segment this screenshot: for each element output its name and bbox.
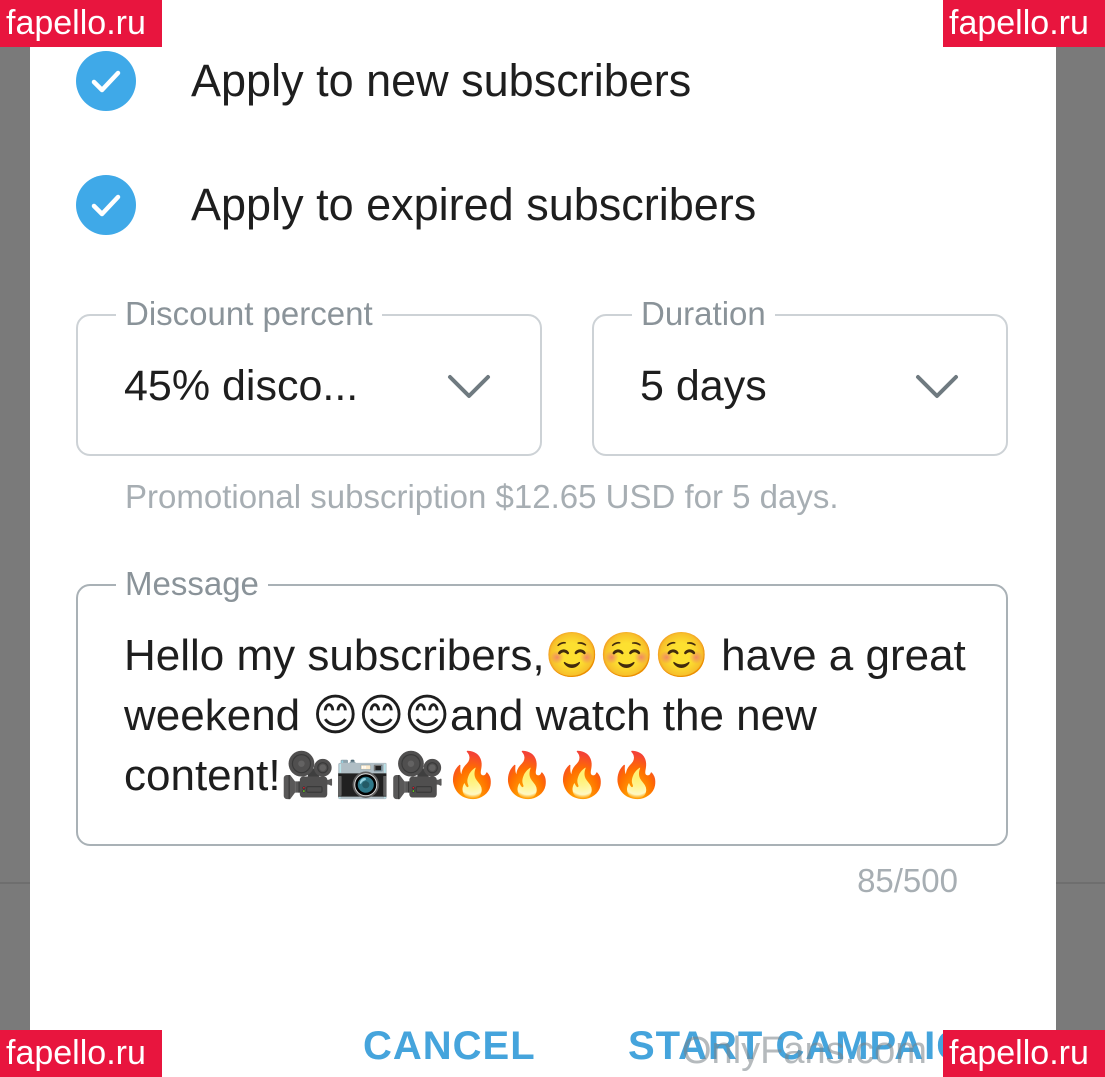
new-subscribers-option[interactable]: Apply to new subscribers <box>76 50 691 112</box>
watermark-badge: fapello.ru <box>943 0 1105 47</box>
discount-percent-select[interactable]: Discount percent 45% disco... <box>76 294 542 456</box>
duration-label: Duration <box>632 294 775 334</box>
discount-percent-label: Discount percent <box>116 294 382 334</box>
check-icon[interactable] <box>76 175 136 235</box>
message-textarea[interactable]: Message Hello my subscribers,☺️☺️☺️ have… <box>76 564 1008 846</box>
check-icon[interactable] <box>76 51 136 111</box>
character-counter: 85/500 <box>857 862 958 899</box>
chevron-down-icon[interactable] <box>914 372 960 402</box>
duration-select[interactable]: Duration 5 days <box>592 294 1008 456</box>
campaign-dialog: Apply to new subscribers Apply to expire… <box>30 0 1056 1077</box>
watermark-badge: fapello.ru <box>943 1030 1105 1077</box>
discount-percent-value: 45% disco... <box>124 362 359 410</box>
onlyfans-watermark: OnlyFans.com <box>682 1030 927 1072</box>
promotion-summary: Promotional subscription $12.65 USD for … <box>125 478 839 515</box>
new-subscribers-label: Apply to new subscribers <box>191 55 692 106</box>
watermark-badge: fapello.ru <box>0 1030 162 1077</box>
chevron-down-icon[interactable] <box>446 372 492 402</box>
message-text[interactable]: Hello my subscribers,☺️☺️☺️ have a great… <box>124 626 984 806</box>
cancel-button[interactable]: CANCEL <box>363 1024 536 1069</box>
message-label: Message <box>116 564 268 604</box>
expired-subscribers-option[interactable]: Apply to expired subscribers <box>76 174 756 236</box>
duration-value: 5 days <box>640 362 767 410</box>
expired-subscribers-label: Apply to expired subscribers <box>191 179 757 230</box>
watermark-badge: fapello.ru <box>0 0 162 47</box>
